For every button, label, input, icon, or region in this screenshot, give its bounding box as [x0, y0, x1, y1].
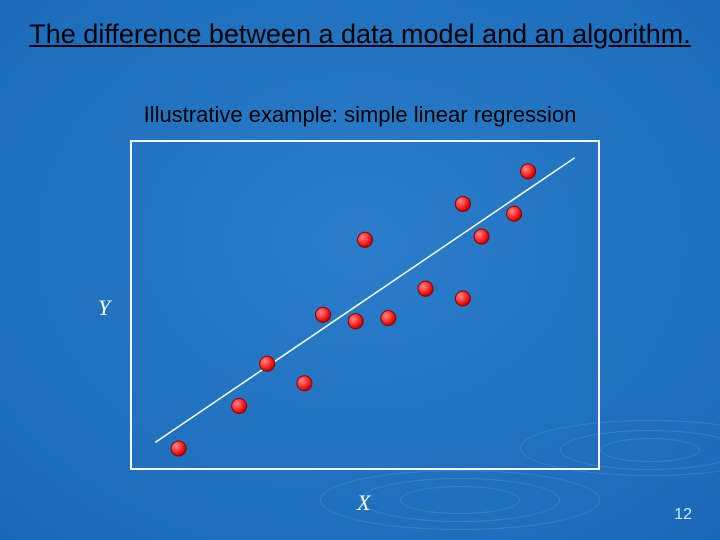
decorative-ripple: [360, 478, 560, 522]
data-point: [348, 314, 363, 329]
slide-subtitle: Illustrative example: simple linear regr…: [0, 102, 720, 128]
decorative-ripple: [400, 486, 520, 514]
regression-line: [155, 158, 574, 443]
data-point: [260, 356, 275, 371]
data-point: [507, 206, 522, 221]
scatter-plot: [130, 140, 600, 470]
plot-svg: [132, 142, 598, 468]
slide-title: The difference between a data model and …: [0, 18, 720, 52]
data-point: [297, 376, 312, 391]
decorative-ripple: [600, 438, 700, 462]
page-number: 12: [674, 506, 692, 524]
data-point: [455, 196, 470, 211]
data-point: [521, 164, 536, 179]
data-point: [474, 229, 489, 244]
data-point: [418, 281, 433, 296]
y-axis-label: Y: [98, 295, 110, 321]
x-axis-label: X: [357, 490, 370, 516]
data-point: [455, 291, 470, 306]
data-point: [171, 441, 186, 456]
data-point: [316, 307, 331, 322]
data-point: [381, 311, 396, 326]
data-point: [232, 399, 247, 414]
data-point: [358, 232, 373, 247]
